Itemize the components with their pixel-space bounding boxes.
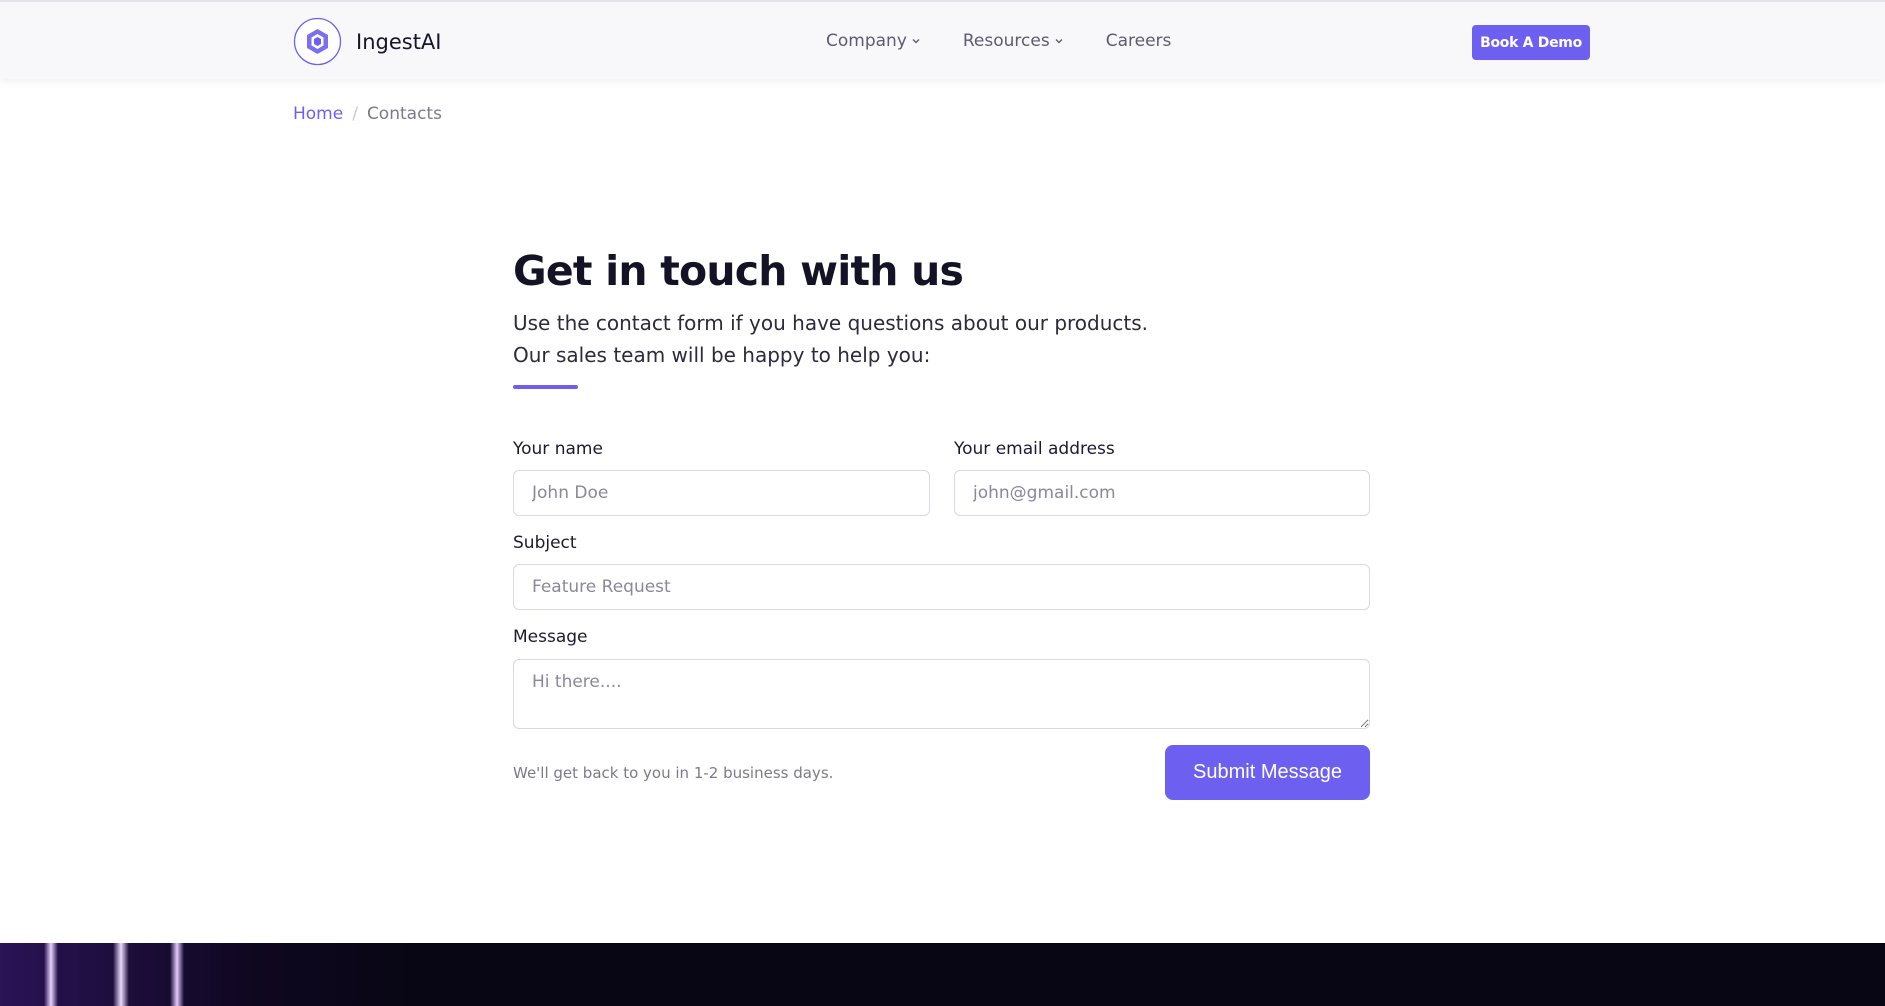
email-label: Your email address — [954, 439, 1115, 459]
intro-line-1: Use the contact form if you have questio… — [513, 311, 1149, 335]
light-beam — [113, 943, 129, 1006]
nav-item-resources[interactable]: Resources — [963, 31, 1064, 51]
subject-label: Subject — [513, 533, 577, 553]
footer-glow — [0, 943, 420, 1006]
nav-item-company[interactable]: Company — [826, 31, 921, 51]
brand-name: IngestAI — [356, 29, 442, 54]
light-beam — [44, 943, 58, 1006]
nav-item-label: Careers — [1105, 31, 1172, 51]
chevron-down-icon — [1055, 39, 1063, 44]
breadcrumb-home-link[interactable]: Home — [293, 104, 343, 124]
breadcrumb: Home / Contacts — [293, 104, 442, 124]
light-beam — [170, 943, 184, 1006]
message-label: Message — [513, 627, 588, 647]
nav-item-careers[interactable]: Careers — [1106, 31, 1172, 51]
nav-item-label: Resources — [962, 31, 1050, 51]
book-demo-button[interactable]: Book A Demo — [1472, 25, 1590, 60]
breadcrumb-separator: / — [352, 104, 358, 124]
response-time-note: We'll get back to you in 1-2 business da… — [513, 764, 834, 782]
intro-text: Use the contact form if you have questio… — [513, 307, 1213, 371]
page-title: Get in touch with us — [513, 247, 964, 295]
chevron-down-icon — [912, 39, 920, 44]
email-input[interactable] — [954, 470, 1370, 516]
brand-logo[interactable]: IngestAI — [293, 17, 442, 66]
footer-decorative-strip — [0, 943, 1885, 1006]
breadcrumb-current: Contacts — [366, 104, 442, 124]
name-input[interactable] — [513, 470, 930, 516]
name-label: Your name — [513, 439, 603, 459]
submit-message-button[interactable]: Submit Message — [1165, 745, 1370, 800]
intro-line-2: Our sales team will be happy to help you… — [513, 343, 931, 367]
subject-input[interactable] — [513, 564, 1370, 610]
hexagon-logo-icon — [293, 17, 342, 66]
accent-divider — [513, 385, 578, 389]
nav-item-label: Company — [826, 31, 907, 51]
top-navbar: IngestAI Company Resources Careers Book … — [0, 0, 1885, 79]
message-textarea[interactable] — [513, 659, 1370, 729]
main-nav: Company Resources Careers — [826, 31, 1171, 51]
